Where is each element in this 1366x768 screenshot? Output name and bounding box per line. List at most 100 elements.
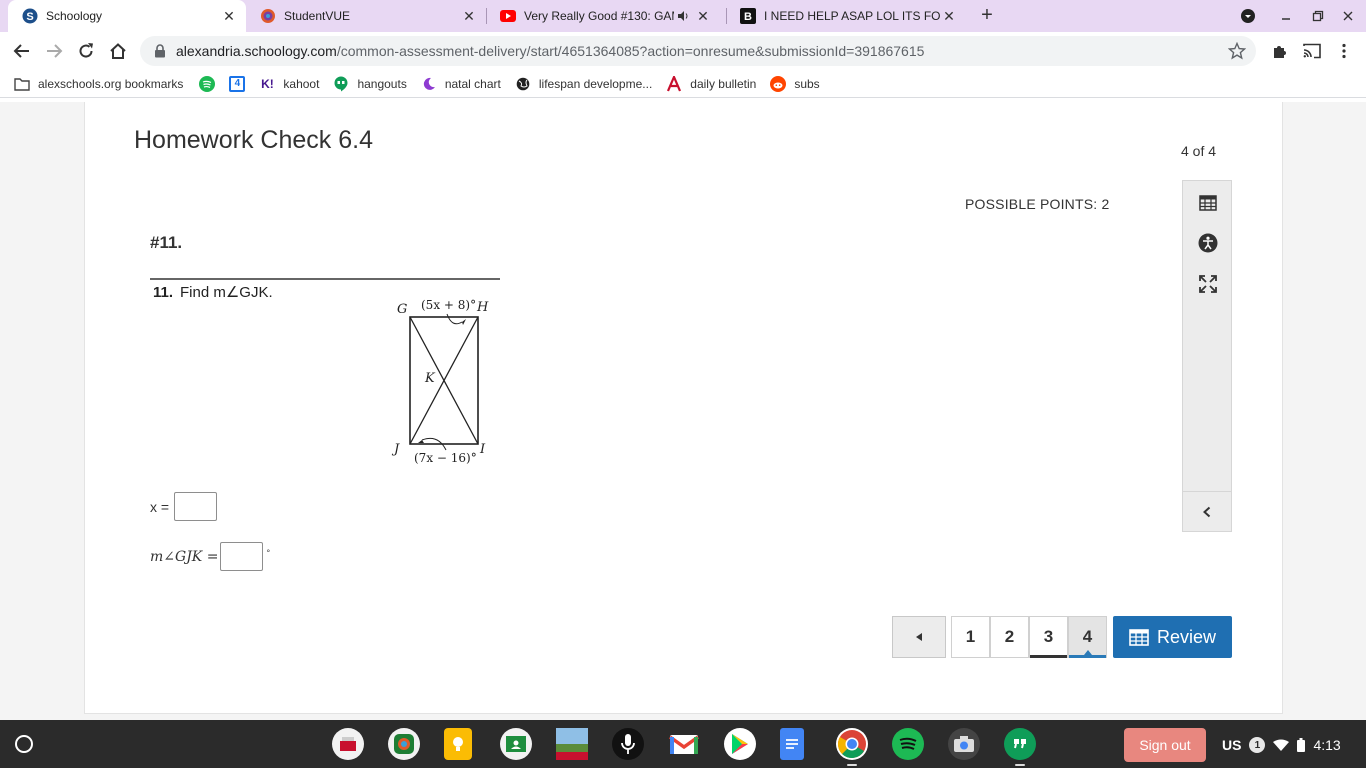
tab-youtube[interactable]: Very Really Good #130: GAM ✕ (486, 0, 726, 32)
bookmark-kahoot[interactable]: K! kahoot (259, 72, 319, 96)
back-icon[interactable] (10, 39, 34, 63)
answer-angle-row: m∠GJK = ° (150, 542, 270, 571)
close-icon[interactable]: ✕ (220, 7, 238, 25)
app-keep-icon[interactable] (444, 728, 472, 760)
bookmarks-bar: alexschools.org bookmarks 4 K! kahoot ha… (0, 70, 1366, 98)
top-angle-arrow (446, 313, 463, 325)
bookmark-natal-chart[interactable]: natal chart (421, 72, 501, 96)
running-indicator (1015, 764, 1025, 766)
tab-search-icon[interactable] (1238, 6, 1258, 26)
app-studentvue-icon[interactable] (388, 728, 420, 760)
app-play-store-icon[interactable] (724, 728, 756, 760)
moon-icon (421, 76, 437, 92)
bookmark-label: hangouts (357, 76, 407, 91)
tab-brainly[interactable]: B I NEED HELP ASAP LOL ITS FOR ✕ (726, 0, 966, 32)
current-page-caret (1084, 650, 1092, 655)
bottom-angle-expression: (7x − 16)° (414, 451, 477, 465)
previous-question-button[interactable] (892, 616, 946, 658)
angle-answer-input[interactable] (220, 542, 264, 571)
menu-icon[interactable] (1332, 39, 1356, 63)
app-mcgraw-icon[interactable] (556, 728, 588, 760)
restore-icon[interactable] (1308, 6, 1328, 26)
page-3-button[interactable]: 3 (1029, 616, 1068, 658)
battery-icon (1297, 738, 1306, 752)
bookmark-hangouts[interactable]: hangouts (333, 72, 407, 96)
tab-title: I NEED HELP ASAP LOL ITS FOR (764, 9, 940, 23)
youtube-icon (500, 8, 516, 24)
tab-schoology[interactable]: S Schoology ✕ (8, 0, 246, 32)
bookmark-calendar[interactable]: 4 (229, 72, 246, 96)
app-docs-icon[interactable] (780, 728, 804, 760)
close-icon[interactable]: ✕ (940, 7, 958, 25)
app-spotify-icon[interactable] (892, 728, 924, 760)
label-i: I (479, 442, 486, 457)
browser-toolbar: alexandria.schoology.com/common-assessme… (0, 32, 1366, 70)
kahoot-icon: K! (261, 76, 274, 91)
label-k: K (424, 371, 436, 386)
app-voice-recorder-icon[interactable] (612, 728, 644, 760)
tab-strip: S Schoology ✕ StudentVUE ✕ Very Really G… (0, 0, 1366, 32)
spotify-icon (199, 75, 216, 92)
bookmark-label: subs (794, 76, 820, 91)
tab-studentvue[interactable]: StudentVUE ✕ (246, 0, 486, 32)
new-tab-button[interactable]: + (976, 5, 998, 27)
page-1-button[interactable]: 1 (951, 616, 990, 658)
speaker-icon[interactable] (674, 7, 692, 25)
app-chrome-icon[interactable] (836, 728, 868, 760)
tab-title: Schoology (46, 9, 103, 23)
bookmark-label: kahoot (283, 76, 320, 91)
bookmark-daily-bulletin[interactable]: daily bulletin (666, 72, 756, 96)
os-shelf: Sign out US 1 4:13 (0, 720, 1366, 768)
reload-icon[interactable] (74, 39, 98, 63)
bookmark-alexschools[interactable]: alexschools.org bookmarks (14, 72, 183, 96)
problem-text: Find m∠GJK. (180, 284, 273, 301)
bookmark-subs[interactable]: subs (770, 72, 820, 96)
system-tray[interactable]: US 1 4:13 (1222, 728, 1341, 762)
review-label: Review (1156, 626, 1217, 647)
answer-x-row: x = (150, 492, 218, 521)
answer-angle-label: m∠GJK = (150, 548, 219, 565)
app-alexschools-icon[interactable] (332, 728, 364, 760)
launcher-icon[interactable] (10, 730, 38, 758)
cast-icon[interactable] (1300, 39, 1324, 63)
hangouts-icon (333, 76, 349, 92)
lock-icon[interactable] (152, 44, 168, 58)
accessibility-icon[interactable] (1196, 231, 1220, 255)
keyboard-layout: US (1222, 737, 1242, 753)
bookmark-label: natal chart (444, 76, 501, 91)
assessment-title: Homework Check 6.4 (134, 126, 373, 154)
degree-symbol: ° (266, 547, 271, 558)
brainly-icon: B (740, 8, 756, 24)
star-icon[interactable] (1227, 41, 1247, 63)
caret-left-icon (916, 633, 922, 641)
fullscreen-icon[interactable] (1196, 272, 1220, 296)
app-hangouts-icon[interactable] (1004, 728, 1036, 760)
calculator-icon[interactable] (1196, 191, 1220, 215)
bookmark-lifespan[interactable]: lifespan developme... (515, 72, 652, 96)
app-gmail-icon[interactable] (668, 728, 700, 760)
studentvue-icon (260, 8, 276, 24)
page-4-button[interactable]: 4 (1068, 616, 1107, 658)
address-bar[interactable]: alexandria.schoology.com/common-assessme… (140, 36, 1256, 66)
extensions-icon[interactable] (1268, 39, 1292, 63)
collapse-panel-icon[interactable] (1183, 491, 1231, 532)
label-g: G (397, 302, 407, 317)
question-number: #11. (150, 233, 183, 252)
review-button[interactable]: Review (1113, 616, 1232, 658)
schoology-icon: S (22, 8, 38, 24)
reddit-icon (770, 75, 787, 92)
forward-icon[interactable] (42, 39, 66, 63)
app-classroom-icon[interactable] (500, 728, 532, 760)
home-icon[interactable] (106, 39, 130, 63)
bookmark-spotify[interactable] (199, 72, 216, 96)
sign-out-button[interactable]: Sign out (1124, 728, 1206, 762)
close-window-icon[interactable] (1338, 6, 1358, 26)
tab-title: StudentVUE (284, 9, 351, 23)
x-answer-input[interactable] (174, 492, 218, 521)
minimize-icon[interactable] (1276, 6, 1296, 26)
app-camera-icon[interactable] (948, 728, 980, 760)
page-2-button[interactable]: 2 (990, 616, 1029, 658)
bookmark-label: alexschools.org bookmarks (38, 76, 184, 91)
close-icon[interactable]: ✕ (460, 7, 478, 25)
close-icon[interactable]: ✕ (694, 7, 712, 25)
